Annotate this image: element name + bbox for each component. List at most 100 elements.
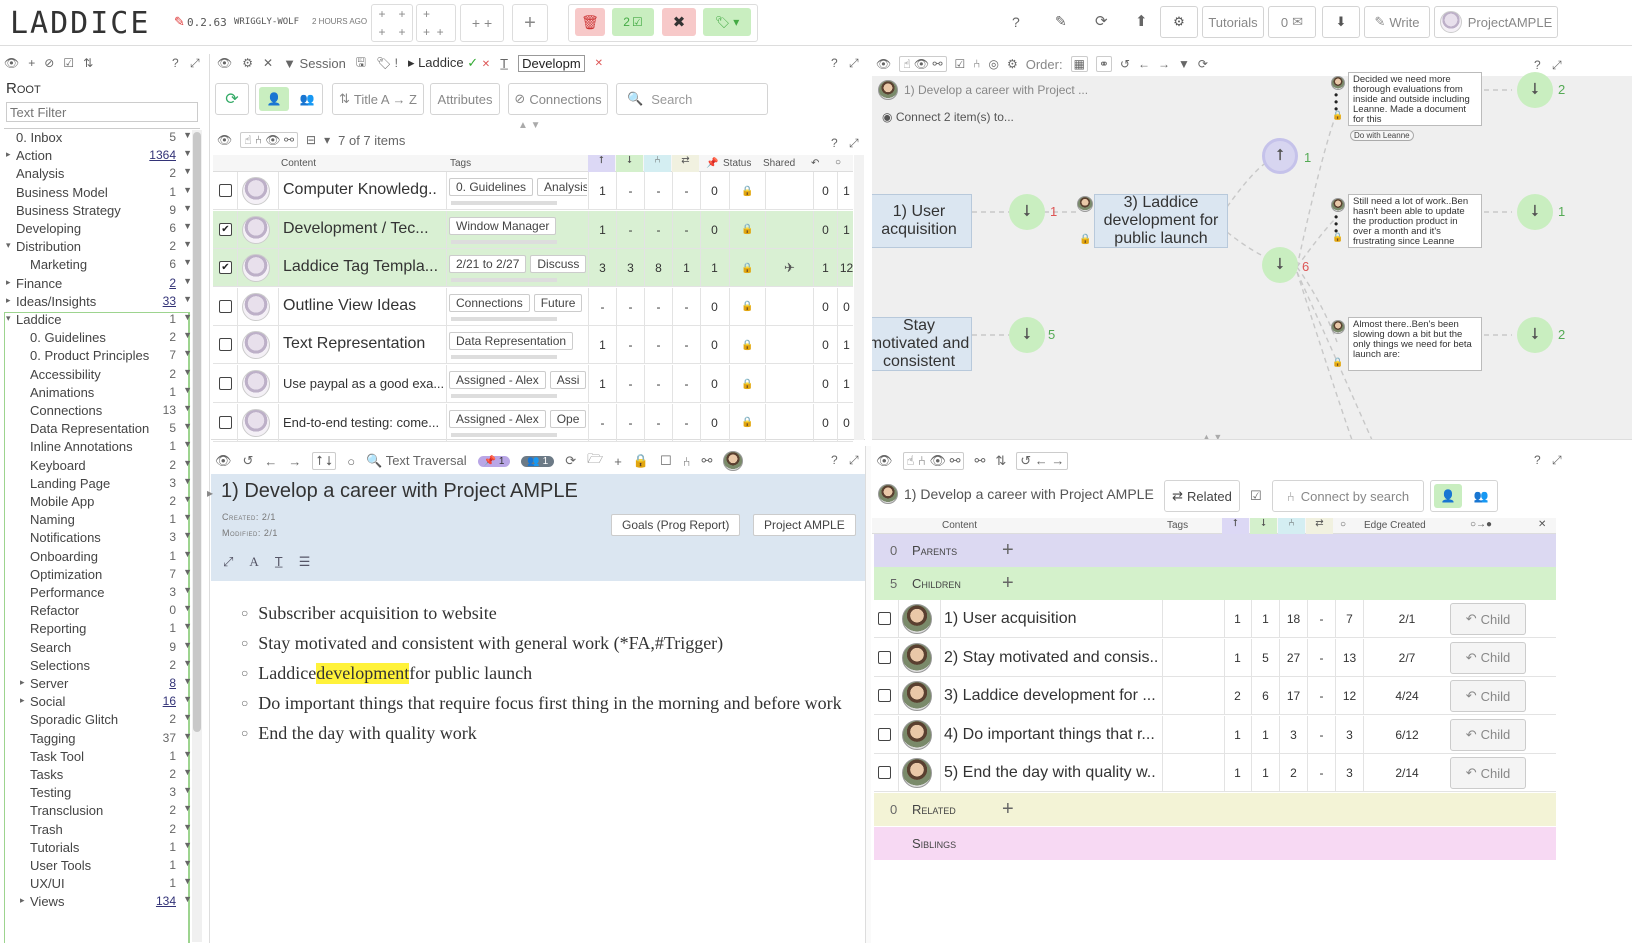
edge-direction-icon[interactable]: ○→●	[1470, 519, 1492, 530]
save-icon[interactable]: 🖫	[356, 53, 366, 74]
table-row[interactable]: ✔ Development / Tec... Window Manager 1- - -0…	[213, 210, 853, 249]
tree-item[interactable]: Tasks 2 ▼	[0, 765, 198, 784]
chevron-down-icon[interactable]: ▼	[183, 749, 192, 759]
note-card[interactable]: Decided we need more thorough evaluation…	[1348, 72, 1482, 126]
lock-icon[interactable]: 🔒	[633, 453, 649, 469]
chevron-down-icon[interactable]: ▼	[183, 494, 192, 504]
eye-icon[interactable]: 👁	[4, 56, 19, 70]
chevron-down-icon[interactable]: ▼	[183, 621, 192, 631]
brush-icon[interactable]: ✎	[1055, 13, 1067, 30]
hierarchy-icon[interactable]: ⑃	[683, 454, 691, 469]
tree-item[interactable]: ▸ Finance 2 ▼	[0, 274, 198, 293]
row-checkbox[interactable]	[219, 377, 232, 390]
children-arrow-icon[interactable]: ⭣	[1262, 247, 1298, 283]
table-row[interactable]: Computer Knowledg.. 0. Guidelines Analysis…	[213, 172, 853, 210]
tree-item[interactable]: 0. Product Principles 7 ▼	[0, 346, 198, 365]
row-checkbox[interactable]	[219, 184, 232, 197]
chevron-down-icon[interactable]: ▼	[183, 803, 192, 813]
link-icon[interactable]: ⚯	[974, 453, 985, 469]
tree-item[interactable]: Business Model 1 ▼	[0, 183, 198, 202]
text-filter-input[interactable]	[6, 102, 198, 122]
expand-icon[interactable]: ⤢	[849, 56, 859, 71]
graph-title[interactable]: 1) Develop a career with Project ...	[878, 80, 1088, 100]
tree-item[interactable]: Accessibility 2 ▼	[0, 365, 198, 384]
bullet-item[interactable]: ○ Subscriber acquisition to website	[241, 598, 861, 628]
circle-icon[interactable]: ○	[347, 454, 355, 469]
chevron-down-icon[interactable]: ▼	[183, 276, 192, 286]
tree-item[interactable]: ▾ Distribution 2 ▼	[0, 237, 198, 256]
row-checkbox[interactable]: ✔	[219, 222, 232, 236]
child-button[interactable]: ↶ Child	[1450, 757, 1526, 790]
inbox-button[interactable]: 0 ✉	[1268, 6, 1316, 38]
chevron-down-icon[interactable]: ▼	[183, 640, 192, 650]
grid-scrollbar[interactable]	[854, 155, 864, 440]
chevron-down-icon[interactable]: ▾	[6, 313, 11, 324]
hierarchy-col-icon[interactable]: ⑃	[644, 155, 671, 172]
row-title[interactable]: Computer Knowledg..	[283, 181, 443, 199]
shared-icon[interactable]	[765, 403, 813, 442]
checkbox-icon[interactable]: ☑	[63, 56, 74, 70]
chevron-down-icon[interactable]: ▼	[183, 549, 192, 559]
tree-item[interactable]: Search 9 ▼	[0, 638, 198, 657]
refresh-button[interactable]: ⟳	[215, 83, 249, 115]
eye-icon[interactable]: 👁	[876, 453, 893, 469]
lock-icon[interactable]: 🔒	[729, 326, 765, 365]
tag-chip[interactable]: Assi	[549, 371, 587, 389]
chevron-down-icon[interactable]: ▼	[183, 476, 192, 486]
chevron-down-icon[interactable]: ▼	[183, 148, 192, 158]
tag-chip[interactable]: Assigned - Alex	[449, 409, 546, 428]
lock-icon[interactable]: 🔒	[729, 172, 765, 210]
tree-item[interactable]: Data Representation 5 ▼	[0, 419, 198, 438]
tree-item[interactable]: Animations 1 ▼	[0, 383, 198, 402]
tree-item[interactable]: Selections 2 ▼	[0, 656, 198, 675]
tag-chip[interactable]: Assigned - Alex	[449, 371, 546, 389]
chevron-down-icon[interactable]: ▼	[183, 421, 192, 431]
chevron-down-icon[interactable]: ▼	[183, 185, 192, 195]
table-row[interactable]: End-to-end testing: come... Assigned - Al…	[213, 403, 853, 442]
users-icon[interactable]: 👥	[1465, 481, 1497, 511]
tag-dropdown-button[interactable]: 🏷 ▾	[703, 8, 751, 36]
filter-chip[interactable]: Developm	[518, 54, 585, 72]
chevron-down-icon[interactable]: ▼	[183, 840, 192, 850]
row-title[interactable]: End-to-end testing: come...	[283, 415, 443, 430]
expand-icon[interactable]: ⤢	[849, 136, 859, 151]
clear-selection-button[interactable]: ✖	[662, 8, 696, 36]
chevron-down-icon[interactable]: ▼	[183, 694, 192, 704]
child-row[interactable]: 2) Stay motivated and consis.. 1 5 27-13 2/7…	[874, 638, 1556, 677]
child-title[interactable]: 3) Laddice development for ...	[944, 687, 1162, 705]
tag-chip[interactable]: Data Representation	[449, 332, 574, 351]
tree-item[interactable]: Performance 3 ▼	[0, 583, 198, 602]
chevron-down-icon[interactable]: ▼	[183, 894, 192, 904]
upload-icon[interactable]: ⬆	[1135, 12, 1148, 30]
chevron-down-icon[interactable]: ▼	[183, 130, 192, 140]
list-icon[interactable]: ☰	[299, 554, 311, 570]
note-card[interactable]: Almost there..Ben's been slowing down a …	[1348, 317, 1482, 371]
download-icon[interactable]: ⬇	[1322, 6, 1360, 38]
help-icon[interactable]: ?	[1534, 453, 1541, 467]
chevron-down-icon[interactable]: ▼	[183, 822, 192, 832]
close-icon[interactable]: ✕	[1538, 519, 1546, 530]
expand-icon[interactable]: ⤢	[849, 453, 859, 468]
user-icon[interactable]: 👤	[1434, 484, 1462, 508]
pin-badge[interactable]: 📌 1	[477, 455, 511, 467]
chevron-down-icon[interactable]: ▼	[183, 785, 192, 795]
tree-item[interactable]: Analysis 2 ▼	[0, 164, 198, 183]
child-title[interactable]: 4) Do important things that r...	[944, 726, 1162, 744]
node-stay-motivated[interactable]: Stay motivated and consistent	[872, 317, 972, 371]
session-tab[interactable]: ▼ Session	[283, 56, 346, 71]
sort-icon[interactable]: ⇅	[995, 453, 1006, 469]
tree-item[interactable]: Reporting 1 ▼	[0, 619, 198, 638]
chevron-right-icon[interactable]: ▸	[6, 295, 11, 306]
col-content[interactable]: Content	[942, 520, 977, 531]
pin-col-icon[interactable]: 📌	[706, 158, 718, 169]
row-checkbox[interactable]	[219, 299, 232, 313]
eye-icon[interactable]: 👁	[215, 453, 232, 469]
row-title[interactable]: Outline View Ideas	[283, 297, 443, 315]
chevron-down-icon[interactable]: ▼	[183, 294, 192, 304]
chevron-down-icon[interactable]: ▼	[183, 312, 192, 322]
row-checkbox[interactable]	[878, 612, 891, 625]
chevron-right-icon[interactable]: ▸	[20, 895, 25, 906]
help-icon[interactable]: ?	[831, 453, 838, 467]
chevron-down-icon[interactable]: ▼	[183, 858, 192, 868]
expand-icon[interactable]: ⤢	[190, 56, 200, 71]
